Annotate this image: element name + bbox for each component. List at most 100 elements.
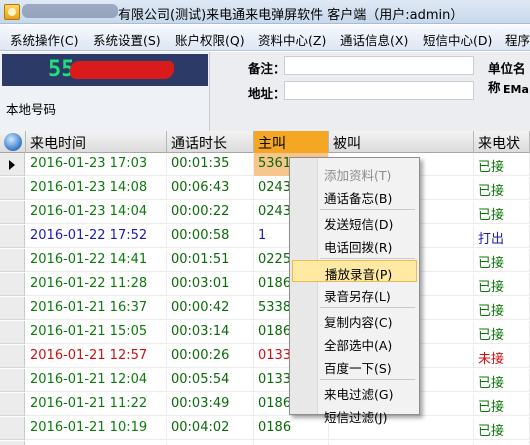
menu-separator	[320, 379, 415, 380]
cell-duration[interactable]: 00:03:01	[167, 273, 254, 296]
cell-duration[interactable]: 00:00:22	[167, 201, 254, 224]
cell-call-time[interactable]: 2016-01-22 14:41	[26, 249, 167, 272]
row-selector[interactable]	[0, 297, 25, 320]
menu-system-ops[interactable]: 系统操作(C)	[10, 30, 78, 49]
table-row[interactable]: 2016-01-21 12:57 00:00:26 0133 未接	[0, 345, 530, 368]
cell-call-time[interactable]: 2016-01-23 17:03	[26, 153, 167, 176]
cell-call-time[interactable]: 2016-01-21 16:37	[26, 297, 167, 320]
menu-bar: 系统操作(C) 系统设置(S) 账户权限(Q) 资料中心(Z) 通话信息(X) …	[0, 25, 530, 51]
cell-duration[interactable]: 00:04:02	[167, 417, 254, 440]
cell-status[interactable]: 已接	[474, 273, 530, 296]
row-selector[interactable]	[0, 369, 25, 392]
cell-call-time[interactable]: 2016-01-21 12:57	[26, 345, 167, 368]
window-title: 有限公司(测试)来电通来电弹屏软件 客户端（用户:admin）	[118, 8, 464, 23]
cell-duration[interactable]: 00:01:51	[167, 249, 254, 272]
row-selector[interactable]	[0, 441, 25, 445]
cell-call-time[interactable]: 2016-01-23 14:08	[26, 177, 167, 200]
cell-duration[interactable]: 00:03:49	[167, 393, 254, 416]
menu-call-info[interactable]: 通话信息(X)	[340, 30, 408, 49]
row-selector[interactable]	[0, 345, 25, 368]
address-field[interactable]	[284, 81, 474, 100]
table-row[interactable]: 2016-01-23 14:08 00:06:43 0243 已接	[0, 177, 530, 200]
menu-separator	[320, 258, 415, 259]
header-caller[interactable]: 主叫	[254, 131, 329, 153]
grid-corner	[0, 131, 26, 153]
table-row[interactable]: 2016-01-21 16:37 00:00:42 5338 已接	[0, 297, 530, 320]
row-selector[interactable]	[0, 177, 25, 200]
menu-program[interactable]: 程序	[505, 30, 530, 49]
menu-sms-center[interactable]: 短信中心(D)	[423, 30, 492, 49]
remark-field[interactable]	[284, 56, 474, 75]
cell-duration[interactable]: 00:00:58	[167, 225, 254, 248]
row-selector[interactable]	[0, 225, 25, 248]
cell-call-time[interactable]: 2016-01-21 11:22	[26, 393, 167, 416]
cell-status[interactable]: 已接	[474, 441, 530, 445]
cell-duration[interactable]: 00:06:43	[167, 177, 254, 200]
menu-account-permissions[interactable]: 账户权限(Q)	[175, 30, 245, 49]
cell-callee[interactable]	[329, 441, 474, 445]
context-menu-item[interactable]: 录音另存(L)	[292, 283, 417, 305]
header-duration[interactable]: 通话时长	[167, 131, 254, 153]
cell-status[interactable]: 已接	[474, 297, 530, 320]
row-selector[interactable]	[0, 201, 25, 224]
table-row[interactable]: 2016-01-21 11:22 00:03:49 0186 已接	[0, 393, 530, 416]
context-menu-item[interactable]: 来电过滤(G)	[292, 381, 417, 403]
cell-caller[interactable]: 01865	[254, 441, 329, 445]
table-row[interactable]: 2016-01-23 14:04 00:00:22 0243 已接	[0, 201, 530, 224]
cell-duration[interactable]: 00:00:26	[167, 345, 254, 368]
header-status[interactable]: 来电状	[474, 131, 530, 153]
table-row[interactable]: 2016-01-21 15:05 00:03:14 0186 已接	[0, 321, 530, 344]
cell-call-time[interactable]: 2016-01-21 15:05	[26, 321, 167, 344]
cell-status[interactable]: 已接	[474, 417, 530, 440]
cell-status[interactable]: 已接	[474, 249, 530, 272]
table-row[interactable]: 2016-01-23 17:0300:01:355361 751已接	[0, 153, 530, 176]
cell-status[interactable]: 已接	[474, 153, 530, 176]
cell-status[interactable]: 已接	[474, 393, 530, 416]
context-menu-item[interactable]: 短信过滤(J)	[292, 404, 417, 426]
context-menu-item[interactable]: 电话回拨(R)	[292, 234, 417, 256]
header-callee[interactable]: 被叫	[329, 131, 474, 153]
cell-status[interactable]: 打出	[474, 225, 530, 248]
cell-duration[interactable]: 00:05:54	[167, 369, 254, 392]
table-row[interactable]: 2016-01-22 17:52 00:00:58 1 打出	[0, 225, 530, 248]
cell-call-time[interactable]: 2016-01-21 10:18	[26, 441, 167, 445]
row-selector[interactable]	[0, 273, 25, 296]
table-row[interactable]: 2016-01-22 14:41 00:01:51 0225 已接	[0, 249, 530, 272]
cell-status[interactable]: 已接	[474, 177, 530, 200]
row-selector[interactable]	[0, 249, 25, 272]
header-call-time[interactable]: 来电时间	[26, 131, 167, 153]
menu-separator	[320, 307, 415, 308]
cell-call-time[interactable]: 2016-01-22 17:52	[26, 225, 167, 248]
cell-duration[interactable]: 00:00:42	[167, 297, 254, 320]
context-menu-item[interactable]: 通话备忘(B)	[292, 185, 417, 207]
cell-duration[interactable]: 00:00:25	[167, 441, 254, 445]
menu-data-center[interactable]: 资料中心(Z)	[258, 30, 326, 49]
cell-call-time[interactable]: 2016-01-22 11:28	[26, 273, 167, 296]
table-row[interactable]: 2016-01-21 10:1800:00:2501865 已接	[0, 441, 530, 445]
cell-duration[interactable]: 00:03:14	[167, 321, 254, 344]
cell-call-time[interactable]: 2016-01-23 14:04	[26, 201, 167, 224]
row-selector[interactable]	[0, 417, 25, 440]
grid-header: 来电时间 通话时长 主叫 被叫 来电状	[0, 131, 530, 153]
cell-call-time[interactable]: 2016-01-21 12:04	[26, 369, 167, 392]
menu-system-settings[interactable]: 系统设置(S)	[93, 30, 161, 49]
cell-call-time[interactable]: 2016-01-21 10:19	[26, 417, 167, 440]
context-menu-item[interactable]: 百度一下(S)	[292, 355, 417, 377]
context-menu-item[interactable]: 复制内容(C)	[292, 309, 417, 331]
cell-status[interactable]: 已接	[474, 201, 530, 224]
cell-status[interactable]: 未接	[474, 345, 530, 368]
context-menu-item[interactable]: 全部选中(A)	[292, 332, 417, 354]
row-selector[interactable]	[0, 153, 25, 176]
cell-duration[interactable]: 00:01:35	[167, 153, 254, 176]
call-log-grid[interactable]: 来电时间 通话时长 主叫 被叫 来电状 2016-01-23 17:03 00:0…	[0, 131, 530, 445]
row-selector[interactable]	[0, 393, 25, 416]
context-menu-item[interactable]: 发送短信(D)	[292, 211, 417, 233]
table-row[interactable]: 2016-01-22 11:28 00:03:01 0186 已接	[0, 273, 530, 296]
title-bar: 有限公司(测试)来电通来电弹屏软件 客户端（用户:admin）	[0, 0, 530, 24]
table-row[interactable]: 2016-01-21 12:04 00:05:54 0133 已接	[0, 369, 530, 392]
row-selector[interactable]	[0, 321, 25, 344]
cell-status[interactable]: 已接	[474, 321, 530, 344]
table-row[interactable]: 2016-01-21 10:19 00:04:02 0186 已接	[0, 417, 530, 440]
cell-status[interactable]: 已接	[474, 369, 530, 392]
context-menu-item[interactable]: 播放录音(P)	[292, 260, 417, 282]
